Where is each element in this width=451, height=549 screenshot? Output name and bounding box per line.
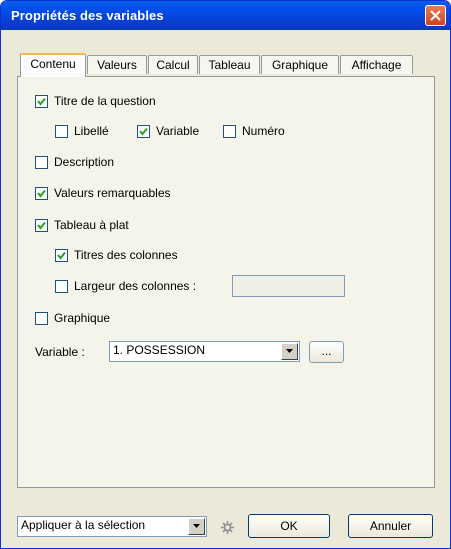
option-tableau-plat[interactable]: Tableau à plat — [35, 217, 129, 233]
title-bar[interactable]: Propriétés des variables — [1, 1, 450, 30]
checkbox-description[interactable] — [35, 155, 48, 169]
browse-button[interactable]: ... — [309, 341, 344, 363]
checkbox-titres-colonnes[interactable] — [55, 248, 68, 262]
check-icon — [57, 251, 66, 260]
check-icon — [37, 189, 46, 198]
cancel-button[interactable]: Annuler — [348, 514, 433, 538]
label-libelle: Libellé — [74, 124, 109, 138]
option-libelle[interactable]: Libellé — [55, 123, 109, 139]
label-largeur-colonnes: Largeur des colonnes : — [74, 279, 197, 293]
checkbox-valeurs-remarquables[interactable] — [35, 186, 48, 200]
tab-valeurs[interactable]: Valeurs — [87, 55, 147, 74]
option-description[interactable]: Description — [35, 154, 114, 170]
tab-contenu[interactable]: Contenu — [20, 53, 86, 77]
option-variable[interactable]: Variable — [137, 123, 199, 139]
label-titre-question: Titre de la question — [54, 94, 156, 108]
label-variable: Variable — [156, 124, 200, 138]
label-numero: Numéro — [242, 124, 285, 138]
option-numero[interactable]: Numéro — [223, 123, 285, 139]
checkbox-variable[interactable] — [137, 124, 150, 138]
check-icon — [37, 221, 46, 230]
tab-tableau[interactable]: Tableau — [199, 55, 260, 74]
window-title: Propriétés des variables — [11, 8, 164, 23]
label-valeurs-remarquables: Valeurs remarquables — [54, 186, 171, 200]
checkbox-tableau-plat[interactable] — [35, 218, 48, 232]
variable-select[interactable]: 1. POSSESSION — [109, 341, 300, 362]
settings-icon[interactable] — [220, 520, 235, 535]
label-tableau-plat: Tableau à plat — [54, 218, 129, 232]
checkbox-numero[interactable] — [223, 124, 236, 138]
checkbox-titre-question[interactable] — [35, 94, 48, 108]
label-graphique: Graphique — [54, 311, 111, 325]
variable-select-value: 1. POSSESSION — [113, 343, 206, 357]
label-titres-colonnes: Titres des colonnes — [74, 248, 178, 262]
chevron-down-icon — [286, 349, 293, 353]
option-titres-colonnes[interactable]: Titres des colonnes — [55, 247, 178, 263]
apply-scope-value: Appliquer à la sélection — [21, 518, 146, 532]
largeur-colonnes-field[interactable] — [232, 275, 345, 297]
check-icon — [139, 127, 148, 136]
close-button[interactable] — [425, 5, 446, 26]
tab-graphique[interactable]: Graphique — [261, 55, 339, 74]
checkbox-libelle[interactable] — [55, 124, 68, 138]
tab-calcul[interactable]: Calcul — [148, 55, 198, 74]
checkbox-largeur-colonnes[interactable] — [55, 279, 68, 293]
check-icon — [37, 97, 46, 106]
label-description: Description — [54, 155, 115, 169]
option-largeur-colonnes[interactable]: Largeur des colonnes : — [55, 278, 196, 294]
option-titre-question[interactable]: Titre de la question — [35, 93, 156, 109]
close-icon — [430, 10, 441, 21]
variable-select-label: Variable : — [35, 345, 85, 359]
variable-select-dropdown[interactable] — [281, 343, 298, 360]
properties-dialog: Propriétés des variables Contenu Valeurs… — [0, 0, 451, 549]
ok-button[interactable]: OK — [248, 514, 330, 538]
apply-scope-select[interactable]: Appliquer à la sélection — [17, 516, 207, 537]
checkbox-graphique[interactable] — [35, 311, 48, 325]
option-valeurs-remarquables[interactable]: Valeurs remarquables — [35, 185, 171, 201]
apply-scope-dropdown[interactable] — [188, 518, 205, 535]
option-graphique[interactable]: Graphique — [35, 310, 110, 326]
tab-affichage[interactable]: Affichage — [340, 55, 413, 74]
chevron-down-icon — [193, 524, 200, 528]
